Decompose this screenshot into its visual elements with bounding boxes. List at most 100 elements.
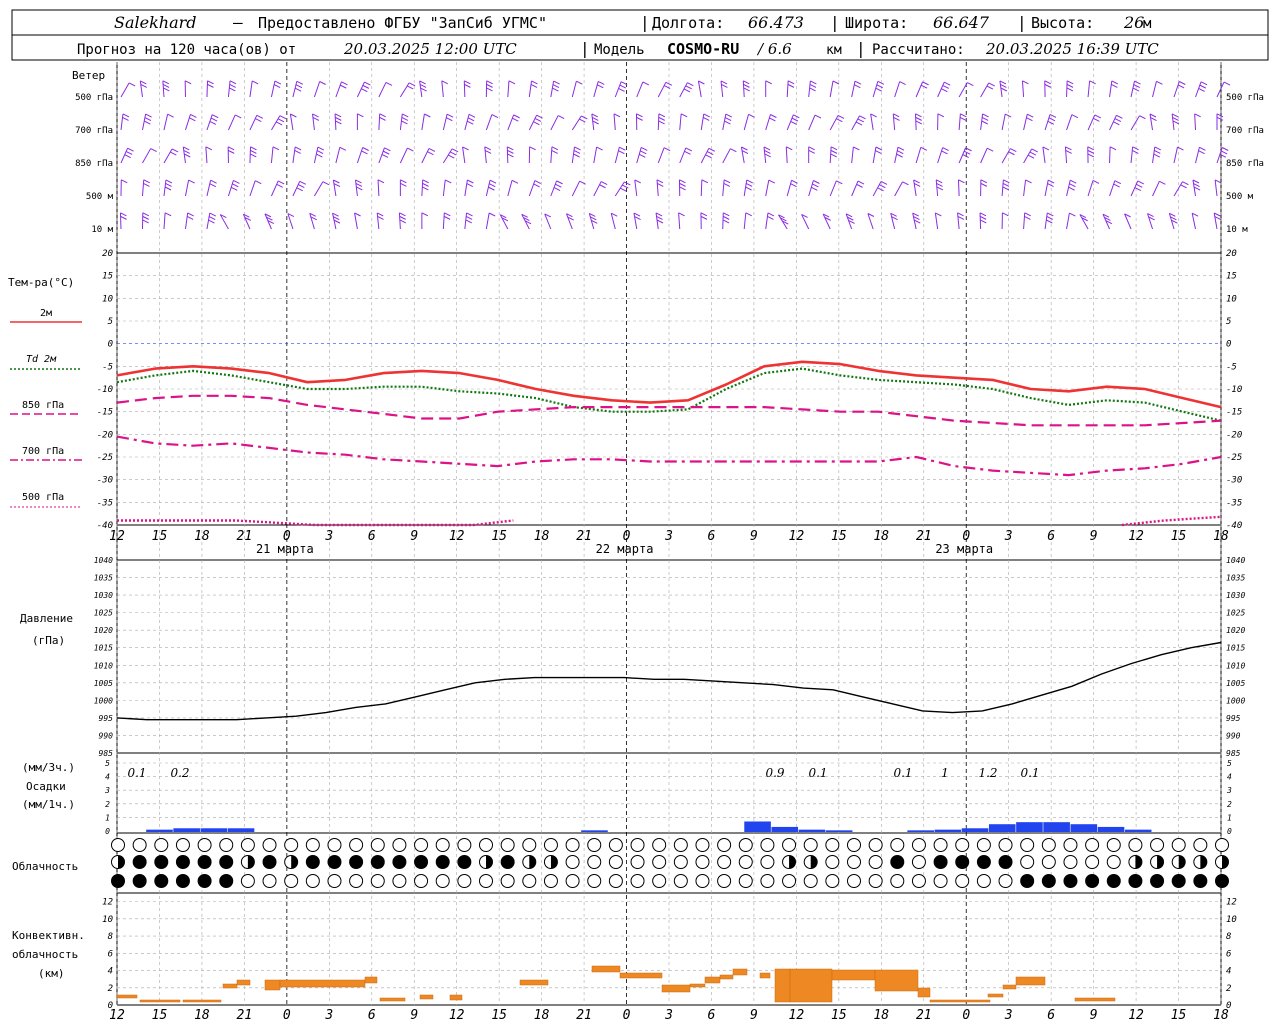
wind-barb-feather xyxy=(162,80,170,85)
wind-barb-feather xyxy=(573,153,580,158)
wind-barb-feather xyxy=(140,84,148,88)
wind-barb-feather xyxy=(1031,148,1038,153)
wind-barb xyxy=(1109,180,1116,197)
wind-barb xyxy=(227,114,236,131)
meteogram: Salekhard – Предоставлено ФГБУ "ЗапСиб У… xyxy=(8,9,1269,1023)
wind-barb-feather xyxy=(250,149,257,154)
wind-barb-feather xyxy=(613,113,621,118)
wind-barb xyxy=(507,80,510,98)
wind-barb xyxy=(829,180,837,197)
convective-cloud-bar xyxy=(364,976,378,984)
wind-barb-feather xyxy=(600,181,608,186)
wind-barb xyxy=(829,115,839,131)
wind-barb xyxy=(462,146,466,164)
wind-barb-feather xyxy=(467,179,474,184)
wind-barb xyxy=(184,114,191,131)
wind-level-right: 500 м xyxy=(1226,192,1254,202)
wind-barb-feather xyxy=(832,80,840,85)
wind-barb-feather xyxy=(553,187,561,191)
precip-unit-top: (мм/3ч.) xyxy=(22,761,75,774)
cloud-cover-symbol xyxy=(1193,838,1208,852)
cloud-cover-symbol xyxy=(392,855,407,869)
cloud-cover-symbol xyxy=(392,874,407,888)
wind-barb-feather xyxy=(274,80,282,85)
wind-barb-feather xyxy=(209,212,216,217)
conv-tick-left: 10 xyxy=(102,915,113,925)
convective-cloud-bar xyxy=(689,983,706,988)
wind-barb-feather xyxy=(1025,179,1032,184)
pressure-tick-right: 1040 xyxy=(1226,556,1245,565)
conv-tick-left: 4 xyxy=(108,967,113,977)
cloud-cover-symbol xyxy=(652,874,667,888)
wind-barb-feather xyxy=(1046,216,1054,220)
wind-barb xyxy=(913,179,917,197)
wind-barb-feather xyxy=(355,182,363,187)
wind-barb-feather xyxy=(408,82,416,87)
wind-barb-feather xyxy=(1026,117,1033,122)
wind-barb-feather xyxy=(745,183,753,187)
wind-barb xyxy=(1087,180,1094,197)
convective-cloud-bar xyxy=(116,994,138,999)
temp-tick-left: 15 xyxy=(102,272,113,282)
cloud-cover-symbol xyxy=(976,855,991,869)
wind-barb-feather xyxy=(657,182,664,187)
forecast-start: 20.03.2025 12:00 UTC xyxy=(343,40,517,58)
wind-barb-feather xyxy=(533,121,540,126)
wind-barb-feather xyxy=(533,183,540,188)
wind-barb-feather xyxy=(451,148,459,153)
pressure-tick-right: 1035 xyxy=(1226,574,1245,583)
cloud-cover-symbol xyxy=(175,855,190,869)
hour-label-bottom: 18 xyxy=(534,1008,550,1023)
wind-barb-feather xyxy=(557,115,565,120)
wind-barb-feather xyxy=(205,146,213,151)
cloud-cover-symbol xyxy=(998,855,1013,869)
wind-barb-feather xyxy=(722,219,730,224)
temp-tick-right: -5 xyxy=(1226,362,1237,372)
wind-barb-feather xyxy=(893,113,900,118)
wind-barb-feather xyxy=(981,117,989,121)
wind-barb-feather xyxy=(534,118,542,122)
wind-barb-feather xyxy=(507,146,514,151)
pressure-tick-left: 1030 xyxy=(94,591,113,600)
wind-barb xyxy=(120,113,124,131)
wind-barb xyxy=(485,212,490,230)
wind-barb-feather xyxy=(486,80,493,85)
wind-barb xyxy=(1001,113,1006,131)
wind-barb xyxy=(894,81,901,98)
convective-cloud-bar xyxy=(1002,984,1017,990)
wind-barb-feather xyxy=(836,118,843,123)
wind-barb-feather xyxy=(551,149,558,154)
wind-barb-feather xyxy=(811,186,818,191)
wind-barb-feather xyxy=(376,212,384,217)
wind-barb-feather xyxy=(1066,80,1074,85)
wind-barb xyxy=(399,82,410,98)
cloud-cover-symbol xyxy=(154,855,169,869)
wind-barb-feather xyxy=(700,215,708,220)
hour-label-bottom: 21 xyxy=(237,1008,253,1023)
cloud-cover-symbol xyxy=(738,874,753,888)
wind-barb-feather xyxy=(491,114,499,119)
wind-barb-feather xyxy=(340,84,347,89)
cloud-cover-symbol xyxy=(825,838,840,852)
hour-label-bottom: 0 xyxy=(283,1008,291,1023)
wind-barb xyxy=(636,81,644,98)
latitude-label: Широта: xyxy=(845,14,908,32)
wind-barb-feather xyxy=(312,113,319,118)
wind-barb xyxy=(1152,181,1160,197)
wind-barb xyxy=(1195,147,1200,164)
convective-cloud-bar xyxy=(719,974,734,980)
wind-barb xyxy=(785,146,788,164)
wind-barb-feather xyxy=(227,146,235,151)
convective-cloud-bar xyxy=(704,976,721,984)
wind-barb xyxy=(1064,146,1068,164)
header-sep-2: | xyxy=(830,13,840,32)
wind-barb-feather xyxy=(936,182,943,187)
wind-barb xyxy=(763,146,767,164)
hour-label-bottom: 0 xyxy=(962,1008,970,1023)
wind-barb-feather xyxy=(986,147,994,152)
wind-barb-feather xyxy=(658,120,665,125)
wind-barb-feather xyxy=(143,182,150,187)
wind-level-left: 850 гПа xyxy=(75,159,113,169)
precip-amount-label: 0.9 xyxy=(765,766,784,780)
wind-level-left: 500 м xyxy=(86,192,114,202)
